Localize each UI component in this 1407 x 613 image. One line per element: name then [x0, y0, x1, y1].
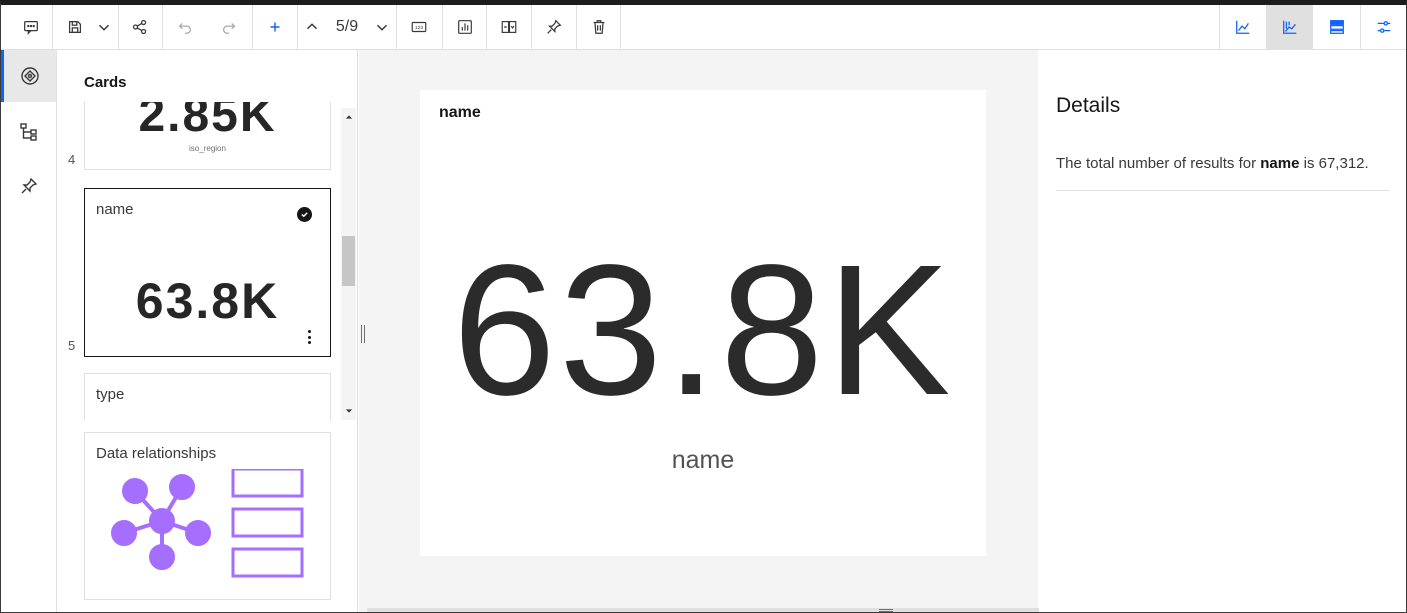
kpi-label: name — [671, 446, 735, 474]
cards-scrollbar[interactable] — [341, 108, 356, 420]
scroll-up-icon[interactable] — [341, 110, 356, 124]
details-text-middle: is — [1299, 155, 1319, 172]
scroll-down-icon[interactable] — [341, 404, 356, 418]
card-number: 5 — [68, 338, 76, 353]
details-count-value: 67,312. — [1318, 155, 1369, 172]
card-thumbnail-type[interactable]: type — [84, 373, 331, 421]
visualization-canvas: name 63.8K name — [367, 50, 1038, 608]
details-text-prefix: The total number of results for — [1056, 155, 1261, 172]
svg-text:123: 123 — [415, 25, 423, 31]
hierarchy-icon[interactable] — [1, 106, 56, 158]
delete-icon[interactable] — [577, 5, 620, 49]
card-pager: 5/9 — [335, 18, 359, 35]
app-window: 5/9 123 Cards 4 2.85K iso_region 5 name … — [0, 0, 1407, 613]
kpi-card-title: name — [439, 104, 481, 121]
pin-icon[interactable] — [532, 5, 575, 49]
card-number: 4 — [68, 152, 76, 167]
redo-icon[interactable] — [209, 5, 249, 49]
drag-handle-icon[interactable] — [879, 609, 893, 612]
comment-icon[interactable] — [9, 5, 53, 49]
drag-handle-icon[interactable] — [361, 325, 365, 343]
chevron-down-icon[interactable] — [91, 5, 117, 49]
insights-icon[interactable] — [1, 50, 56, 102]
settings-adjust-icon[interactable] — [1361, 5, 1406, 49]
add-icon[interactable] — [255, 5, 295, 49]
card-label: name — [96, 201, 134, 218]
details-field-name: name — [1260, 155, 1300, 172]
card-thumbnail-5[interactable]: name 63.8K — [84, 188, 331, 357]
compare-icon[interactable] — [487, 5, 530, 49]
data-relationships-card[interactable]: Data relationships — [84, 432, 331, 600]
explore-chart-icon[interactable] — [1266, 5, 1313, 49]
chevron-up-icon[interactable] — [299, 5, 325, 49]
chevron-down-icon[interactable] — [369, 5, 395, 49]
panel-splitter[interactable] — [359, 50, 367, 612]
card-sub-label: iso_region — [189, 144, 226, 153]
left-rail — [1, 50, 57, 612]
share-icon[interactable] — [119, 5, 161, 49]
number-card-icon[interactable]: 123 — [397, 5, 441, 49]
line-chart-icon[interactable] — [1220, 5, 1265, 49]
details-summary: The total number of results for name is … — [1056, 155, 1369, 172]
pin-icon[interactable] — [1, 160, 56, 212]
kpi-card[interactable]: name 63.8K name — [420, 90, 986, 556]
card-thumbnail-4[interactable]: 2.85K iso_region — [84, 102, 331, 170]
cards-panel-title: Cards — [84, 74, 127, 91]
card-value: 63.8K — [135, 273, 280, 329]
overflow-menu-icon[interactable] — [308, 330, 312, 344]
checkmark-icon — [297, 207, 312, 222]
details-title: Details — [1056, 94, 1121, 117]
chart-card-icon[interactable] — [443, 5, 486, 49]
card-label: Data relationships — [96, 445, 217, 462]
card-label: type — [96, 386, 125, 403]
card-value: 2.85K — [138, 102, 277, 142]
undo-icon[interactable] — [165, 5, 205, 49]
cards-panel: Cards 4 2.85K iso_region 5 name 63.8K ty… — [58, 50, 358, 612]
toolbar: 5/9 123 — [1, 5, 1406, 50]
kpi-value: 63.8K — [452, 227, 954, 434]
data-table-icon[interactable] — [1314, 5, 1359, 49]
scrollbar-thumb[interactable] — [342, 236, 355, 286]
details-panel: Details The total number of results for … — [1039, 50, 1406, 612]
divider — [1056, 190, 1389, 191]
save-icon[interactable] — [57, 5, 93, 49]
relationship-diagram-icon — [111, 469, 304, 578]
